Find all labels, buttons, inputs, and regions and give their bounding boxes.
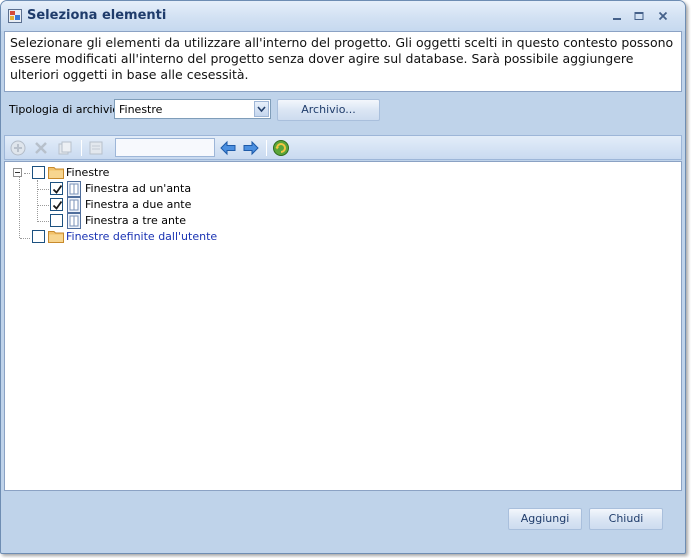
tree-node-label: Finestra a due ante: [85, 198, 192, 211]
archive-row: Tipologia di archivio Finestre Archivio.…: [1, 97, 685, 123]
title-bar[interactable]: Seleziona elementi: [1, 1, 685, 31]
tree-node-child[interactable]: Finestra a tre ante: [5, 213, 225, 229]
tree-node-finestre[interactable]: Finestre: [5, 165, 205, 181]
tree-node-label: Finestre definite dall'utente: [66, 230, 218, 243]
minimize-icon[interactable]: [610, 9, 624, 23]
document-icon: [67, 181, 81, 197]
tree-node-child[interactable]: Finestra ad un'anta: [5, 181, 225, 197]
checkbox-child[interactable]: [50, 214, 63, 227]
tree-node-label: Finestra a tre ante: [85, 214, 187, 227]
folder-icon: [48, 230, 64, 243]
archive-button[interactable]: Archivio...: [277, 99, 380, 121]
chevron-down-icon[interactable]: [254, 101, 269, 117]
collapse-toggle[interactable]: [13, 168, 22, 177]
description-text: Selezionare gli elementi da utilizzare a…: [4, 31, 682, 92]
app-icon: [8, 9, 22, 23]
maximize-icon[interactable]: [632, 9, 646, 23]
toolbar-separator: [81, 140, 82, 156]
document-icon: [67, 213, 81, 229]
properties-icon[interactable]: [87, 139, 105, 157]
tree-node-child[interactable]: Finestra a due ante: [5, 197, 225, 213]
delete-icon[interactable]: [32, 139, 50, 157]
arrow-right-icon[interactable]: [242, 139, 260, 157]
add-icon[interactable]: [9, 139, 27, 157]
arrow-left-icon[interactable]: [219, 139, 237, 157]
tree-node-user-folder[interactable]: Finestre definite dall'utente: [5, 229, 265, 245]
close-button[interactable]: Chiudi: [589, 508, 663, 530]
close-icon[interactable]: [656, 9, 670, 23]
archive-type-select[interactable]: Finestre: [114, 99, 271, 119]
folder-icon: [48, 166, 64, 179]
tree-node-label: Finestra ad un'anta: [85, 182, 192, 195]
dialog-window: Seleziona elementi Selezionare gli eleme…: [0, 0, 686, 554]
tree-node-label: Finestre: [66, 166, 110, 179]
copy-icon[interactable]: [56, 139, 74, 157]
checkbox-child[interactable]: [50, 198, 63, 211]
toolbar: [4, 135, 682, 160]
checkbox-finestre[interactable]: [32, 166, 45, 179]
refresh-icon[interactable]: [272, 139, 290, 157]
elements-tree: Finestre Finestra ad un'anta Finestra a …: [4, 161, 682, 491]
archive-type-label: Tipologia di archivio: [9, 103, 120, 116]
toolbar-search-input[interactable]: [115, 138, 215, 157]
checkbox-user-folder[interactable]: [32, 230, 45, 243]
checkbox-child[interactable]: [50, 182, 63, 195]
archive-type-value: Finestre: [119, 103, 163, 116]
add-button[interactable]: Aggiungi: [508, 508, 582, 530]
toolbar-separator: [266, 140, 267, 156]
document-icon: [67, 197, 81, 213]
window-title: Seleziona elementi: [27, 8, 167, 23]
